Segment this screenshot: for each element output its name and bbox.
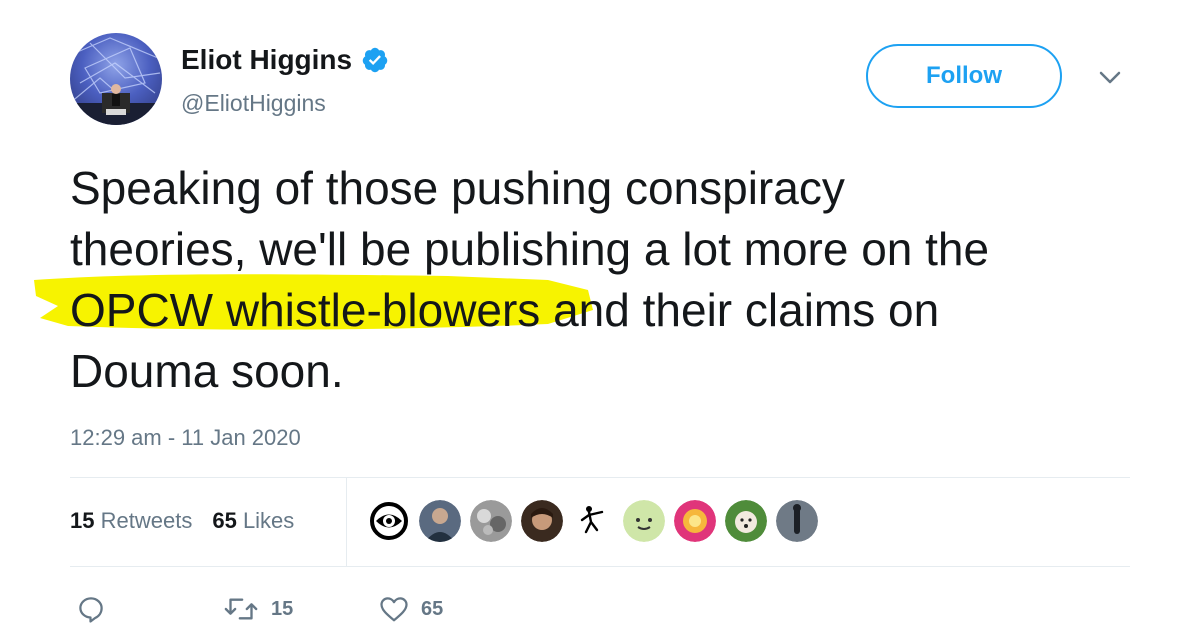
liker-avatar-2[interactable] (419, 500, 461, 542)
retweet-count: 15 (271, 597, 294, 620)
retweets-stat[interactable]: 15 Retweets (70, 508, 192, 534)
divider (70, 566, 1130, 567)
tweet-text: Speaking of those pushing conspiracy the… (70, 158, 1150, 402)
tweet-timestamp[interactable]: 12:29 am - 11 Jan 2020 (70, 425, 301, 451)
likes-count: 65 (212, 508, 237, 533)
divider (70, 477, 1130, 478)
reply-icon[interactable] (76, 594, 106, 624)
like-action[interactable]: 65 (379, 595, 443, 623)
display-name-text[interactable]: Eliot Higgins (181, 44, 352, 76)
tweet-line: theories, we'll be publishing a lot more… (70, 223, 990, 275)
tweet-line: Douma soon. (70, 345, 344, 397)
retweet-action[interactable]: 15 (223, 595, 379, 623)
like-count: 65 (421, 597, 444, 620)
avatar[interactable] (70, 33, 162, 125)
follow-button[interactable]: Follow (866, 44, 1062, 108)
tweet-line: OPCW whistle-blowers and their claims on (70, 280, 1150, 341)
tweet-actions: 15 65 (76, 594, 443, 624)
verified-badge-icon (361, 46, 389, 74)
liker-avatar-7[interactable] (674, 500, 716, 542)
reply-action[interactable] (76, 594, 223, 624)
stats-separator (346, 478, 347, 566)
liker-avatar-6[interactable] (623, 500, 665, 542)
liker-avatar-1[interactable] (368, 500, 410, 542)
tweet-stats: 15 Retweets 65 Likes (70, 508, 294, 534)
liker-avatar-8[interactable] (725, 500, 767, 542)
liker-avatar-5[interactable] (572, 500, 614, 542)
retweets-label: Retweets (100, 508, 193, 533)
retweet-icon[interactable] (223, 595, 259, 623)
liker-avatar-9[interactable] (776, 500, 818, 542)
heart-icon[interactable] (379, 595, 409, 623)
tweet-line-rest: and their claims on (540, 284, 940, 336)
chevron-down-icon[interactable] (1096, 68, 1124, 88)
highlighted-text: OPCW whistle-blowers (70, 284, 541, 336)
likes-stat[interactable]: 65 Likes (212, 508, 294, 534)
liker-avatar-4[interactable] (521, 500, 563, 542)
likers-avatars (368, 500, 818, 542)
display-name[interactable]: Eliot Higgins (181, 44, 389, 76)
likes-label: Likes (242, 508, 295, 533)
liker-avatar-3[interactable] (470, 500, 512, 542)
user-handle[interactable]: @EliotHiggins (181, 90, 326, 117)
tweet-line: Speaking of those pushing conspiracy (70, 162, 845, 214)
retweets-count: 15 (70, 508, 95, 533)
